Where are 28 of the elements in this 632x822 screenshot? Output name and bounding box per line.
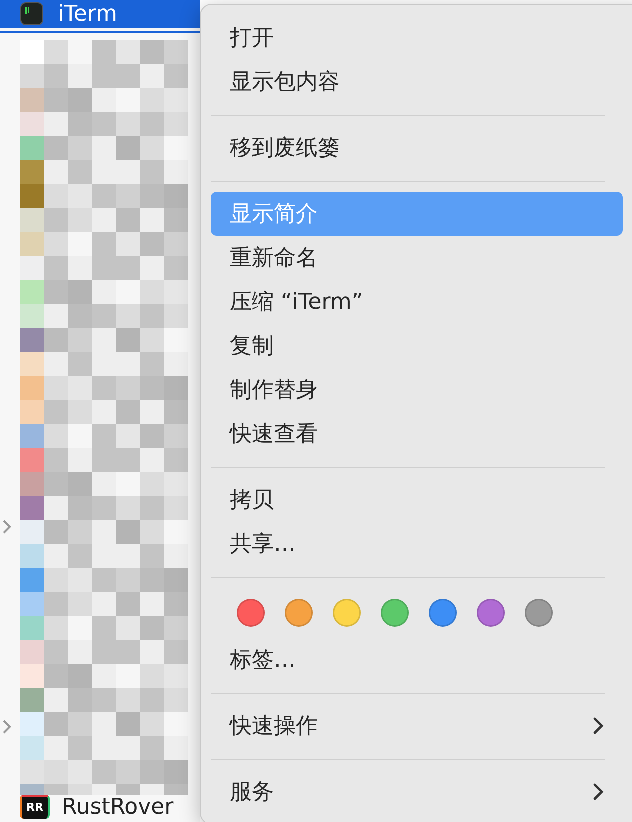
menu-item[interactable]: 制作替身 (211, 368, 623, 412)
chevron-icon[interactable] (1, 719, 13, 735)
menu-item[interactable]: 移到废纸篓 (211, 126, 623, 170)
menu-item[interactable]: 快速查看 (211, 412, 623, 456)
menu-item[interactable]: 显示包内容 (211, 60, 623, 104)
tag-color-dot[interactable] (381, 599, 409, 627)
tag-color-dot[interactable] (285, 599, 313, 627)
tag-color-dot[interactable] (525, 599, 553, 627)
menu-item[interactable]: 压缩 “iTerm” (211, 280, 623, 324)
tag-color-dot[interactable] (237, 599, 265, 627)
tag-color-dot[interactable] (333, 599, 361, 627)
file-row[interactable]: RR RustRover (0, 795, 200, 819)
menu-item[interactable]: 服务 (211, 770, 623, 814)
menu-item[interactable]: 打开 (211, 16, 623, 60)
chevron-icon[interactable] (1, 519, 13, 535)
tag-color-dot[interactable] (429, 599, 457, 627)
menu-item[interactable]: 拷贝 (211, 478, 623, 522)
file-name: iTerm (58, 2, 118, 26)
menu-item[interactable]: 共享… (211, 522, 623, 566)
file-row[interactable]: iTerm (0, 0, 200, 28)
file-name: RustRover (62, 794, 174, 820)
menu-item[interactable]: 标签… (211, 638, 623, 682)
menu-item[interactable]: 重新命名 (211, 236, 623, 280)
menu-item[interactable]: 复制 (211, 324, 623, 368)
terminal-icon (20, 2, 44, 26)
app-icon: RR (20, 795, 50, 819)
menu-item[interactable]: 快速操作 (211, 704, 623, 748)
tag-color-dot[interactable] (477, 599, 505, 627)
